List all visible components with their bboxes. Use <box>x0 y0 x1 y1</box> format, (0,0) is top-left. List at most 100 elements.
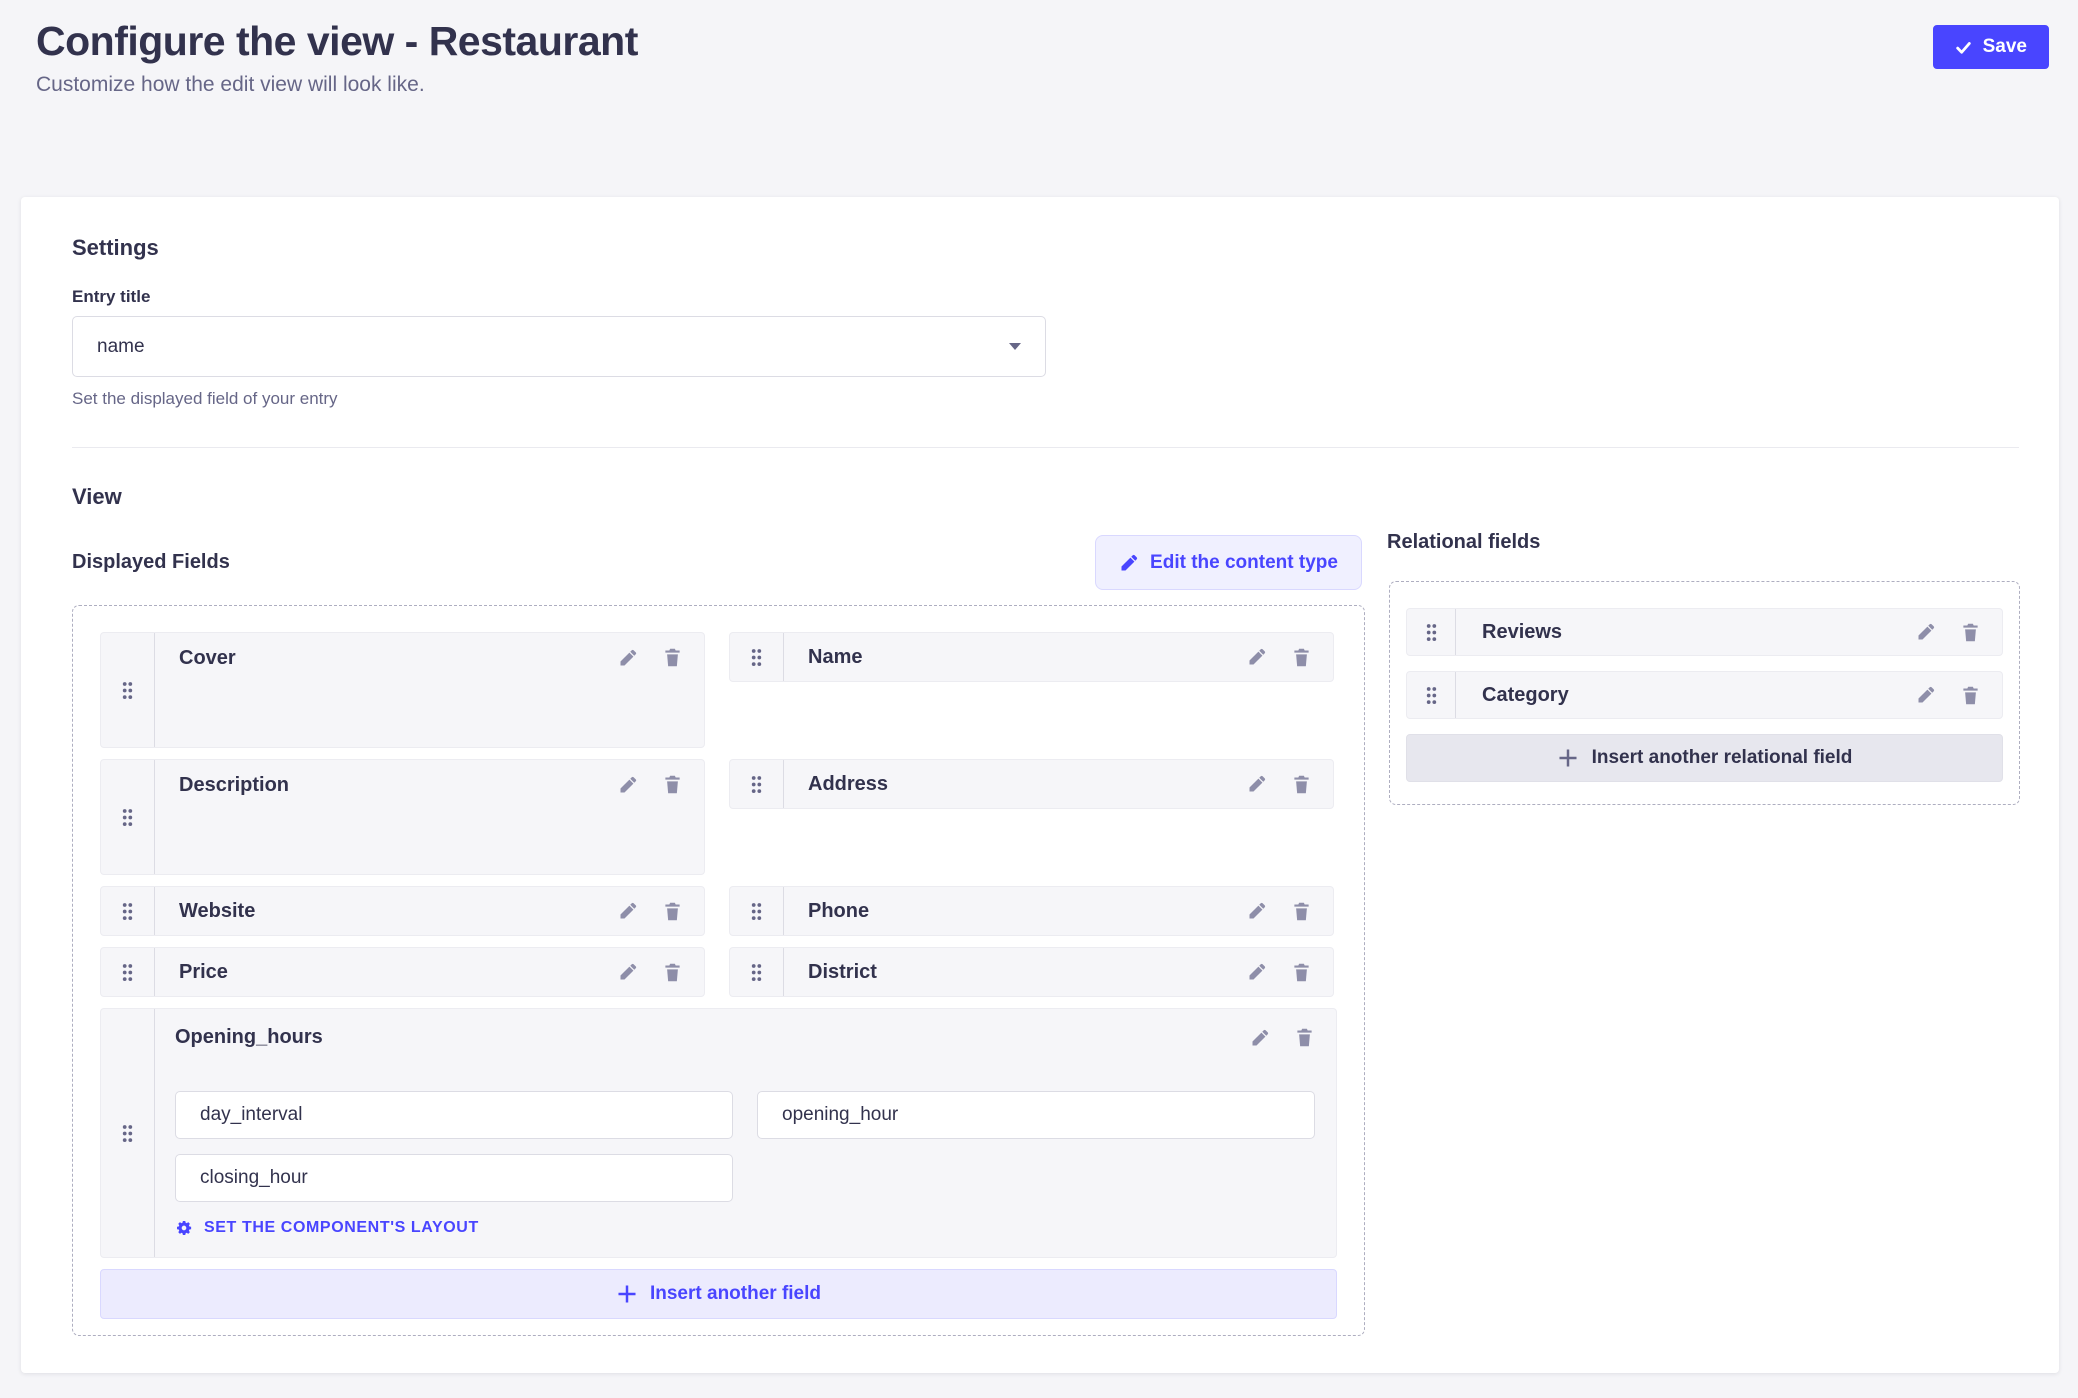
delete-field-icon[interactable] <box>1292 774 1311 795</box>
relational-fields-title: Relational fields <box>1387 531 1540 554</box>
field-card-cover[interactable]: Cover <box>100 632 705 748</box>
field-label: Website <box>179 900 255 923</box>
delete-field-icon[interactable] <box>663 962 682 983</box>
displayed-fields-label: Displayed Fields <box>72 551 230 574</box>
delete-field-icon[interactable] <box>1292 901 1311 922</box>
subfield-day-interval[interactable]: day_interval <box>175 1091 733 1139</box>
chevron-down-icon <box>1009 343 1021 350</box>
page-subtitle: Customize how the edit view will look li… <box>36 73 638 97</box>
field-card-body: Reviews <box>1456 609 2002 655</box>
set-component-layout-button[interactable]: SET THE COMPONENT'S LAYOUT <box>175 1219 1314 1237</box>
component-label: Opening_hours <box>175 1026 323 1049</box>
delete-field-icon[interactable] <box>1292 962 1311 983</box>
save-button[interactable]: Save <box>1933 25 2049 69</box>
drag-handle[interactable] <box>730 948 784 996</box>
field-row: Description Address <box>100 759 1337 875</box>
pencil-icon <box>1119 553 1139 573</box>
field-row: Website Phone <box>100 886 1337 936</box>
field-card-district[interactable]: District <box>729 947 1334 997</box>
insert-another-field-button[interactable]: Insert another field <box>100 1269 1337 1319</box>
insert-another-field-label: Insert another field <box>650 1283 821 1305</box>
entry-title-help-text: Set the displayed field of your entry <box>72 389 338 409</box>
field-card-body: Phone <box>784 887 1333 935</box>
relational-card-reviews[interactable]: Reviews <box>1406 608 2003 656</box>
field-card-price[interactable]: Price <box>100 947 705 997</box>
delete-field-icon[interactable] <box>1295 1027 1314 1048</box>
field-label: Cover <box>179 647 236 670</box>
edit-content-type-label: Edit the content type <box>1150 552 1338 574</box>
entry-title-selected-value: name <box>97 336 145 358</box>
drag-handle[interactable] <box>101 948 155 996</box>
edit-field-icon[interactable] <box>1247 774 1267 794</box>
drag-handle[interactable] <box>101 760 155 874</box>
field-label: Price <box>179 961 228 984</box>
delete-field-icon[interactable] <box>663 774 682 795</box>
edit-field-icon[interactable] <box>1247 962 1267 982</box>
edit-field-icon[interactable] <box>1916 685 1936 705</box>
configure-view-panel: Settings Entry title name Set the displa… <box>21 197 2059 1373</box>
drag-handle[interactable] <box>101 887 155 935</box>
field-row: Price District <box>100 947 1337 997</box>
field-label: Description <box>179 774 289 797</box>
entry-title-label: Entry title <box>72 287 150 307</box>
view-section-title: View <box>72 484 122 510</box>
drag-handle[interactable] <box>730 760 784 808</box>
field-card-body: Category <box>1456 672 2002 718</box>
delete-field-icon[interactable] <box>663 647 682 668</box>
subfield-opening-hour[interactable]: opening_hour <box>757 1091 1315 1139</box>
field-card-body: Website <box>155 887 704 935</box>
field-card-body: District <box>784 948 1333 996</box>
drag-handle[interactable] <box>101 633 155 747</box>
relational-card-category[interactable]: Category <box>1406 671 2003 719</box>
component-card-body: Opening_hours day_interval opening_hour … <box>155 1009 1336 1257</box>
edit-content-type-button[interactable]: Edit the content type <box>1095 535 1362 590</box>
relational-fields-dropzone: Reviews Category In <box>1389 581 2020 805</box>
displayed-fields-dropzone: Cover Name <box>72 605 1365 1336</box>
section-divider <box>72 447 2019 448</box>
drag-handle[interactable] <box>730 633 784 681</box>
delete-field-icon[interactable] <box>1961 685 1980 706</box>
field-card-body: Address <box>784 760 1333 808</box>
edit-field-icon[interactable] <box>618 962 638 982</box>
subfield-closing-hour[interactable]: closing_hour <box>175 1154 733 1202</box>
edit-field-icon[interactable] <box>1247 647 1267 667</box>
delete-field-icon[interactable] <box>1292 647 1311 668</box>
insert-another-relational-field-button[interactable]: Insert another relational field <box>1406 734 2003 782</box>
drag-handle[interactable] <box>730 887 784 935</box>
delete-field-icon[interactable] <box>1961 622 1980 643</box>
drag-handle[interactable] <box>101 1009 155 1257</box>
field-card-website[interactable]: Website <box>100 886 705 936</box>
edit-field-icon[interactable] <box>618 775 638 795</box>
field-row: Cover Name <box>100 632 1337 748</box>
entry-title-select[interactable]: name <box>72 316 1046 377</box>
page-header: Configure the view - Restaurant Customiz… <box>36 18 638 97</box>
page-title: Configure the view - Restaurant <box>36 18 638 65</box>
edit-field-icon[interactable] <box>618 901 638 921</box>
component-subfields: day_interval opening_hour closing_hour <box>175 1091 1315 1202</box>
plus-icon <box>616 1283 638 1305</box>
field-card-body: Price <box>155 948 704 996</box>
insert-another-relational-field-label: Insert another relational field <box>1592 747 1853 769</box>
drag-handle[interactable] <box>1407 609 1456 655</box>
field-card-body: Cover <box>155 633 704 747</box>
field-card-phone[interactable]: Phone <box>729 886 1334 936</box>
field-label: Address <box>808 773 888 796</box>
plus-icon <box>1557 747 1579 769</box>
field-card-body: Name <box>784 633 1333 681</box>
edit-field-icon[interactable] <box>1247 901 1267 921</box>
edit-field-icon[interactable] <box>618 648 638 668</box>
edit-field-icon[interactable] <box>1250 1028 1270 1048</box>
field-label: Reviews <box>1482 621 1562 644</box>
delete-field-icon[interactable] <box>663 901 682 922</box>
edit-field-icon[interactable] <box>1916 622 1936 642</box>
set-component-layout-label: SET THE COMPONENT'S LAYOUT <box>204 1219 479 1237</box>
field-label: Name <box>808 646 862 669</box>
drag-handle[interactable] <box>1407 672 1456 718</box>
field-card-address[interactable]: Address <box>729 759 1334 809</box>
settings-section-title: Settings <box>72 235 159 261</box>
field-card-name[interactable]: Name <box>729 632 1334 682</box>
save-button-label: Save <box>1983 36 2027 58</box>
field-card-description[interactable]: Description <box>100 759 705 875</box>
cog-icon <box>175 1219 193 1237</box>
component-card-opening-hours[interactable]: Opening_hours day_interval opening_hour … <box>100 1008 1337 1258</box>
